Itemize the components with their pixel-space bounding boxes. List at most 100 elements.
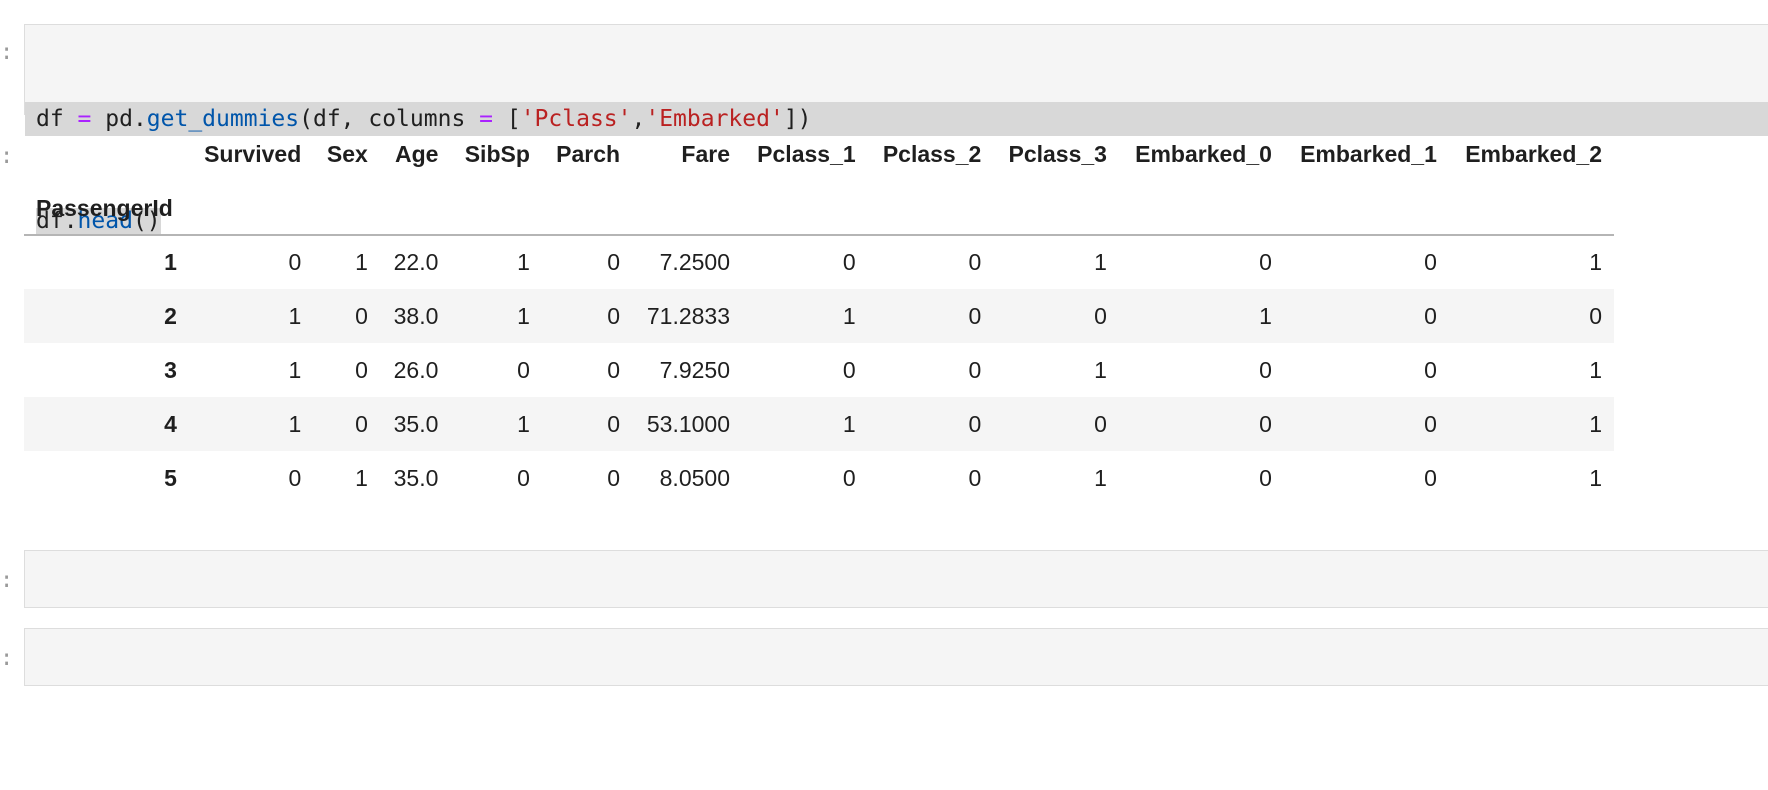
table-cell: 0 bbox=[1259, 410, 1272, 437]
column-header: Embarked_1 bbox=[1300, 140, 1437, 167]
table-body: 1 0 1 22.0 1 0 7.2500 0 0 1 0 0 1 2 1 0 38.0 1 0 71.2833 1 0 0… bbox=[24, 235, 1614, 505]
index-row-blank bbox=[632, 182, 742, 235]
index-name-row: PassengerId bbox=[24, 182, 1614, 235]
empty-cell-1-prompt: : bbox=[0, 568, 14, 593]
table-cell: 0 bbox=[1259, 464, 1272, 491]
table-cell: 1 bbox=[288, 356, 302, 383]
table-row: 5 0 1 35.0 0 0 8.0500 0 0 1 0 0 1 bbox=[24, 451, 1614, 505]
table-cell: 1 bbox=[842, 302, 856, 329]
table-cell: 0 bbox=[288, 249, 302, 275]
empty-cell-2-prompt: : bbox=[0, 646, 14, 671]
index-row-blank bbox=[1119, 182, 1284, 235]
table-cell: 0 bbox=[607, 410, 621, 437]
table-cell: 1 bbox=[1094, 464, 1107, 491]
table-cell: 35.0 bbox=[393, 464, 439, 491]
column-header-row: Survived Sex Age SibSp Parch Fare Pclass_1 Pcla… bbox=[24, 126, 1614, 182]
table-cell: 1 bbox=[1589, 356, 1602, 383]
table-cell: 0 bbox=[517, 464, 530, 491]
row-index: 2 bbox=[164, 302, 177, 329]
table-cell: 0 bbox=[288, 464, 302, 491]
table-cell: 0 bbox=[1589, 302, 1602, 329]
table-cell: 1 bbox=[1589, 464, 1602, 491]
table-cell: 1 bbox=[355, 464, 368, 491]
table-cell: 1 bbox=[1589, 410, 1602, 437]
table-cell: 0 bbox=[1424, 464, 1437, 491]
table-cell: 22.0 bbox=[393, 249, 439, 275]
index-name: PassengerId bbox=[36, 194, 173, 221]
column-header: SibSp bbox=[464, 140, 530, 167]
table-cell: 1 bbox=[355, 249, 368, 275]
row-index: 3 bbox=[164, 356, 177, 383]
column-header: Survived bbox=[204, 140, 302, 167]
table-cell: 0 bbox=[1259, 356, 1272, 383]
index-row-blank bbox=[313, 182, 380, 235]
table-cell: 1 bbox=[517, 249, 530, 275]
table-cell: 35.0 bbox=[393, 410, 439, 437]
table-cell: 0 bbox=[1424, 302, 1437, 329]
table-cell: 0 bbox=[1424, 410, 1437, 437]
column-header: Age bbox=[394, 140, 439, 167]
table-cell: 0 bbox=[1424, 356, 1437, 383]
table-cell: 1 bbox=[517, 302, 530, 329]
table-cell: 0 bbox=[1259, 249, 1272, 275]
table-cell: 0 bbox=[355, 410, 368, 437]
index-row-blank bbox=[1284, 182, 1449, 235]
index-row-blank bbox=[189, 182, 313, 235]
table-cell: 1 bbox=[1094, 249, 1107, 275]
column-header: Embarked_2 bbox=[1465, 140, 1602, 167]
row-index: 4 bbox=[164, 410, 177, 437]
table-cell: 0 bbox=[517, 356, 530, 383]
table-cell: 0 bbox=[968, 356, 982, 383]
table-cell: 7.9250 bbox=[659, 356, 730, 383]
row-index: 5 bbox=[164, 464, 177, 491]
table-cell: 53.1000 bbox=[646, 410, 730, 437]
index-row-blank bbox=[380, 182, 451, 235]
table-cell: 1 bbox=[288, 302, 302, 329]
empty-code-cell-2[interactable] bbox=[24, 628, 1768, 686]
table-cell: 0 bbox=[842, 249, 856, 275]
table-cell: 1 bbox=[1589, 249, 1602, 275]
table-cell: 38.0 bbox=[393, 302, 439, 329]
table-cell: 0 bbox=[355, 302, 368, 329]
table-cell: 1 bbox=[842, 410, 856, 437]
column-header: Pclass_3 bbox=[1008, 140, 1107, 167]
column-header: Fare bbox=[681, 140, 730, 167]
table-cell: 1 bbox=[517, 410, 530, 437]
output-cell-prompt: : bbox=[0, 144, 14, 169]
table-cell: 0 bbox=[968, 302, 982, 329]
table-cell: 1 bbox=[288, 410, 302, 437]
table-cell: 0 bbox=[607, 464, 621, 491]
table-cell: 0 bbox=[842, 464, 856, 491]
column-header: Parch bbox=[556, 140, 621, 167]
table-cell: 0 bbox=[1094, 302, 1107, 329]
table-cell: 0 bbox=[607, 356, 621, 383]
index-row-blank bbox=[868, 182, 994, 235]
table-row: 3 1 0 26.0 0 0 7.9250 0 0 1 0 0 1 bbox=[24, 343, 1614, 397]
table-cell: 26.0 bbox=[393, 356, 439, 383]
table-cell: 8.0500 bbox=[659, 464, 730, 491]
table-cell: 1 bbox=[1094, 356, 1107, 383]
code-cell[interactable]: df = pd.get_dummies(df, columns = ['Pcla… bbox=[24, 24, 1768, 234]
index-row-blank bbox=[542, 182, 632, 235]
table-cell: 0 bbox=[968, 249, 982, 275]
index-row-blank bbox=[993, 182, 1119, 235]
index-row-blank bbox=[742, 182, 868, 235]
index-row-blank bbox=[450, 182, 541, 235]
table-cell: 1 bbox=[1259, 302, 1272, 329]
table-cell: 0 bbox=[968, 464, 982, 491]
table-cell: 7.2500 bbox=[659, 249, 730, 275]
column-header: Sex bbox=[326, 140, 368, 167]
column-header: Embarked_0 bbox=[1135, 140, 1272, 167]
column-header: Pclass_1 bbox=[757, 140, 856, 167]
table-row: 4 1 0 35.0 1 0 53.1000 1 0 0 0 0 1 bbox=[24, 397, 1614, 451]
row-index: 1 bbox=[164, 249, 177, 275]
header-blank bbox=[24, 126, 189, 182]
table-cell: 71.2833 bbox=[646, 302, 730, 329]
table-cell: 0 bbox=[607, 302, 621, 329]
table-cell: 0 bbox=[1424, 249, 1437, 275]
table-cell: 0 bbox=[1094, 410, 1107, 437]
empty-code-cell-1[interactable] bbox=[24, 550, 1768, 608]
table-cell: 0 bbox=[968, 410, 982, 437]
table-cell: 0 bbox=[607, 249, 621, 275]
table-row: 2 1 0 38.0 1 0 71.2833 1 0 0 1 0 0 bbox=[24, 289, 1614, 343]
